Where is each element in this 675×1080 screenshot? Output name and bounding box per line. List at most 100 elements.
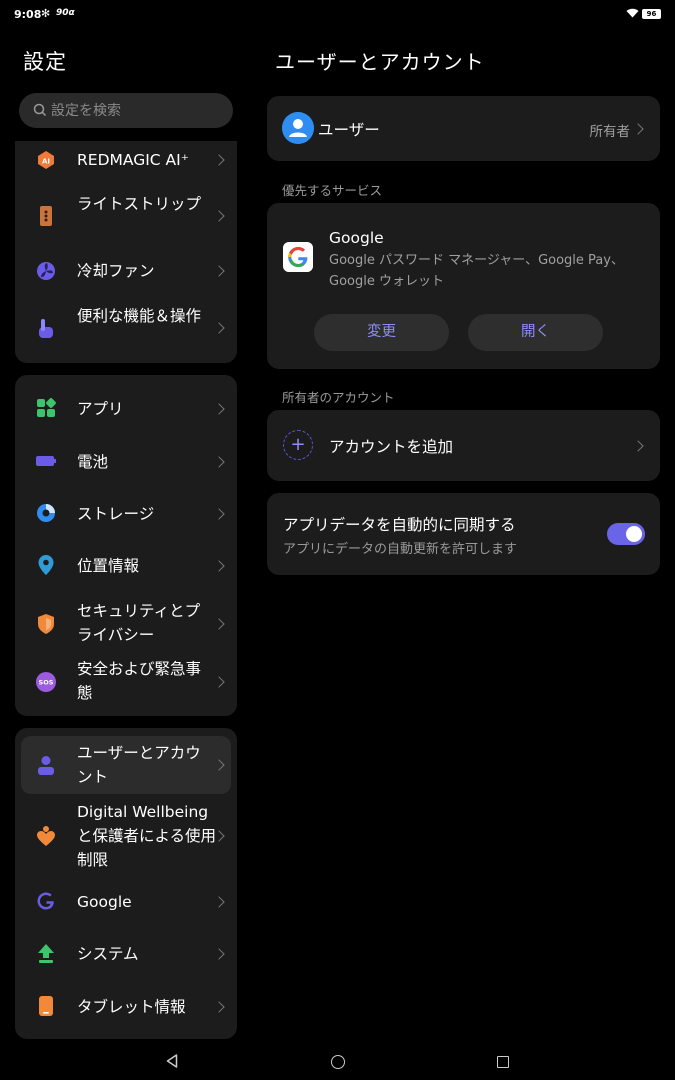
svg-text:AI: AI	[42, 158, 50, 166]
sidebar-item-light-strip[interactable]: ライトストリップ	[15, 186, 237, 246]
battery-icon	[36, 456, 56, 466]
back-icon[interactable]	[166, 1054, 178, 1068]
settings-group-accounts: ユーザーとアカウント Digital Wellbeing と保護者による使用制限…	[15, 728, 237, 1039]
chevron-right-icon	[632, 440, 644, 452]
location-icon	[38, 555, 54, 575]
search-bar[interactable]	[19, 93, 233, 128]
sidebar-item-google[interactable]: Google	[15, 880, 237, 924]
status-bar: 9:08 ✻ 90α 96	[0, 0, 675, 30]
refresh-rate-value: 90	[56, 8, 69, 18]
sidebar-item-label: Digital Wellbeing と保護者による使用制限	[77, 803, 217, 869]
google-services-card: Google Google パスワード マネージャー、Google Pay、Go…	[267, 203, 660, 369]
sos-icon: SOS	[36, 672, 56, 692]
sidebar-item-label: 電池	[77, 453, 109, 471]
recents-icon[interactable]	[497, 1056, 509, 1068]
chevron-right-icon	[213, 948, 225, 960]
preferred-services-label: 優先するサービス	[282, 183, 383, 198]
system-update-icon	[38, 944, 54, 963]
user-name: ユーザー	[318, 121, 380, 139]
sidebar-item-label: システム	[77, 945, 139, 963]
sidebar-item-label: ユーザーとアカウント	[77, 744, 201, 786]
search-icon	[33, 103, 47, 117]
chevron-right-icon	[213, 456, 225, 468]
sidebar-item-cooling-fan[interactable]: 冷却ファン	[15, 253, 237, 289]
settings-title: 設定	[23, 50, 67, 74]
chevron-right-icon	[213, 403, 225, 415]
sidebar-item-storage[interactable]: ストレージ	[15, 492, 237, 536]
auto-sync-toggle[interactable]	[607, 523, 645, 545]
chevron-right-icon	[213, 210, 225, 222]
settings-group-device: アプリ 電池 ストレージ 位置情報 セキュリティとプライバシー SOS 安全およ…	[15, 375, 237, 716]
apps-icon	[37, 398, 56, 417]
sidebar-item-label: ストレージ	[77, 505, 155, 523]
plus-icon: +	[283, 430, 313, 460]
tablet-icon	[39, 996, 53, 1016]
chevron-right-icon	[213, 560, 225, 572]
sidebar-item-label: アプリ	[77, 400, 124, 418]
battery-status-icon: 96	[642, 9, 661, 19]
sidebar-item-battery[interactable]: 電池	[15, 440, 237, 484]
light-strip-icon	[40, 206, 52, 226]
fan-icon	[37, 262, 55, 280]
google-icon	[37, 892, 54, 910]
refresh-rate-icon: 90α	[56, 8, 75, 18]
user-row[interactable]: ユーザー 所有者	[267, 96, 660, 161]
auto-sync-row[interactable]: アプリデータを自動的に同期する アプリにデータの自動更新を許可します	[267, 493, 660, 575]
sidebar-item-digital-wellbeing[interactable]: Digital Wellbeing と保護者による使用制限	[15, 800, 237, 872]
svg-text:SOS: SOS	[39, 679, 54, 687]
sidebar-item-label: 安全および緊急事態	[77, 660, 202, 702]
toggle-knob	[626, 526, 642, 542]
sidebar-item-security-privacy[interactable]: セキュリティとプライバシー	[15, 596, 237, 652]
status-time: 9:08	[14, 8, 42, 21]
wellbeing-icon	[37, 826, 55, 846]
sidebar-item-label: タブレット情報	[77, 998, 186, 1016]
sidebar-item-apps[interactable]: アプリ	[15, 387, 237, 431]
home-icon[interactable]	[331, 1055, 345, 1069]
chevron-right-icon	[213, 265, 225, 277]
chevron-right-icon	[213, 508, 225, 520]
sidebar-item-users-accounts[interactable]: ユーザーとアカウント	[21, 736, 231, 794]
storage-icon	[37, 504, 55, 522]
sidebar-item-tablet-info[interactable]: タブレット情報	[15, 985, 237, 1029]
user-icon	[38, 756, 54, 775]
wifi-icon	[626, 8, 639, 18]
chevron-right-icon	[213, 618, 225, 630]
sidebar-item-label: 位置情報	[77, 557, 140, 575]
user-role: 所有者	[589, 124, 631, 140]
chevron-right-icon	[213, 896, 225, 908]
change-button[interactable]: 変更	[314, 314, 449, 351]
google-service-title: Google	[329, 229, 384, 247]
chevron-right-icon	[213, 676, 225, 688]
sidebar-item-safety-emergency[interactable]: SOS 安全および緊急事態	[15, 654, 237, 710]
page-title: ユーザーとアカウント	[275, 50, 485, 74]
owner-accounts-label: 所有者のアカウント	[282, 390, 395, 405]
sidebar-item-label: セキュリティとプライバシー	[77, 602, 201, 644]
chevron-right-icon	[213, 154, 225, 166]
chevron-right-icon	[213, 759, 225, 771]
chevron-right-icon	[213, 1001, 225, 1013]
fan-status-icon: ✻	[41, 7, 51, 20]
navigation-bar	[0, 1040, 675, 1080]
avatar-icon	[282, 112, 314, 144]
gesture-icon	[39, 319, 53, 338]
search-input[interactable]	[51, 93, 221, 128]
sidebar-item-redmagic-ai[interactable]: AI REDMAGIC AI⁺	[15, 141, 237, 179]
auto-sync-title: アプリデータを自動的に同期する	[283, 516, 516, 534]
auto-sync-subtitle: アプリにデータの自動更新を許可します	[283, 542, 518, 557]
open-button[interactable]: 開く	[468, 314, 603, 351]
sidebar-item-label: Google	[77, 893, 132, 911]
sidebar-item-label: 便利な機能＆操作	[77, 307, 202, 325]
ai-icon: AI	[38, 151, 54, 169]
sidebar-item-label: 冷却ファン	[77, 262, 155, 280]
shield-icon	[38, 614, 54, 634]
sidebar-item-location[interactable]: 位置情報	[15, 544, 237, 588]
sidebar-item-convenient-features[interactable]: 便利な機能＆操作	[15, 298, 237, 358]
settings-screen: 9:08 ✻ 90α 96 設定 AI REDMAGIC AI⁺	[0, 0, 675, 1080]
add-account-row[interactable]: + アカウントを追加	[267, 410, 660, 481]
chevron-right-icon	[632, 123, 644, 135]
google-logo-icon	[283, 242, 313, 272]
chevron-right-icon	[213, 322, 225, 334]
settings-group-features: AI REDMAGIC AI⁺ ライトストリップ 冷却ファン 便利な機能＆操作	[15, 141, 237, 363]
sidebar-item-label: ライトストリップ	[77, 195, 202, 213]
sidebar-item-system[interactable]: システム	[15, 932, 237, 976]
